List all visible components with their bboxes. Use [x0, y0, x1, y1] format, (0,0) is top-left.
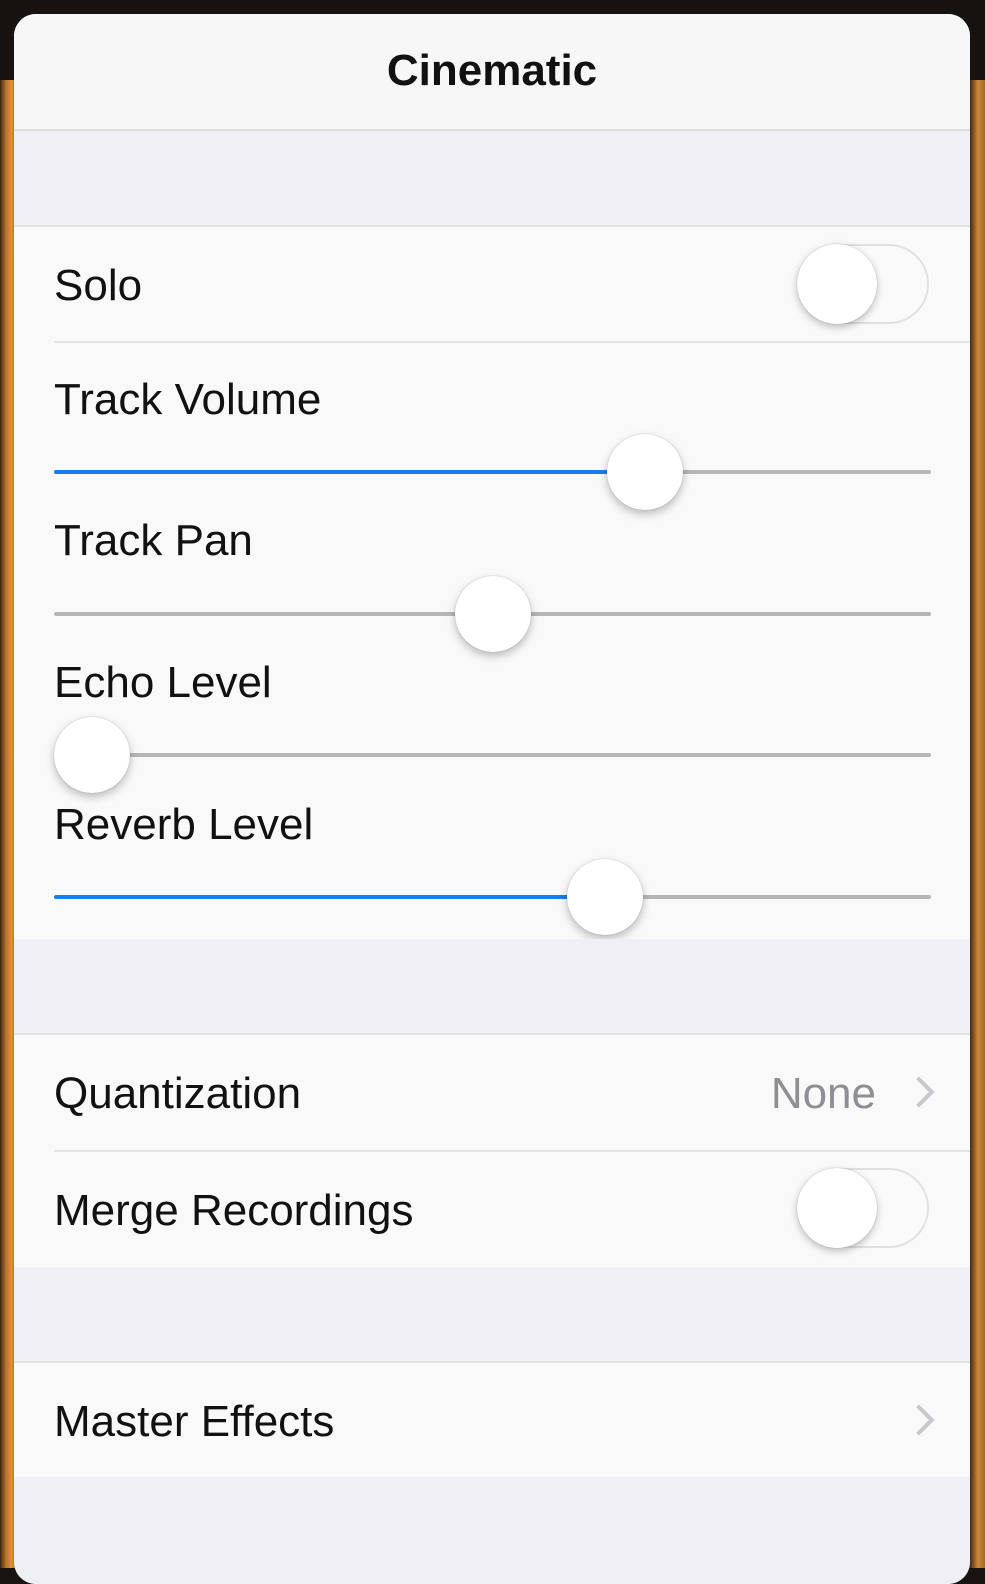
chevron-right-icon [903, 1404, 935, 1436]
quantization-row[interactable]: Quantization None [14, 1035, 970, 1150]
solo-toggle[interactable] [797, 244, 929, 324]
effects-section: Master Effects [14, 1361, 970, 1479]
merge-recordings-label: Merge Recordings [54, 1186, 414, 1235]
solo-row: Solo [14, 227, 970, 341]
master-effects-label: Master Effects [54, 1397, 335, 1446]
slider-fill [54, 470, 645, 474]
group-spacer [14, 131, 970, 225]
quantization-label: Quantization [54, 1069, 302, 1118]
track-volume-label: Track Volume [54, 375, 322, 424]
solo-label: Solo [54, 261, 143, 310]
slider-fill [54, 895, 605, 899]
merge-toggle-knob [797, 1168, 877, 1248]
popover-header: Cinematic [14, 14, 970, 131]
master-effects-row[interactable]: Master Effects [14, 1363, 970, 1477]
echo-level-label: Echo Level [54, 658, 272, 707]
merge-recordings-row: Merge Recordings [14, 1152, 970, 1267]
track-pan-label: Track Pan [54, 516, 253, 565]
solo-toggle-knob [797, 244, 877, 324]
echo-level-row: Echo Level [14, 625, 970, 793]
reverb-level-row: Reverb Level [14, 766, 970, 936]
slider-thumb[interactable] [566, 859, 643, 935]
group-spacer [14, 1267, 970, 1361]
merge-recordings-toggle[interactable] [797, 1168, 929, 1248]
popover-title: Cinematic [386, 45, 598, 95]
reverb-level-slider[interactable] [54, 857, 931, 937]
group-spacer [14, 939, 970, 1033]
chevron-right-icon [903, 1076, 935, 1108]
track-volume-row: Track Volume [14, 343, 970, 510]
quantization-value: None [770, 1069, 876, 1118]
recording-section: Quantization None Merge Recordings [14, 1033, 970, 1269]
mixer-section: Solo Track Volume Track Pan Echo Level R… [14, 225, 970, 941]
track-settings-popover: Cinematic Solo Track Volume Track Pan Ec… [14, 14, 970, 1584]
slider-track [54, 753, 931, 757]
reverb-level-label: Reverb Level [54, 800, 314, 849]
track-pan-row: Track Pan [14, 483, 970, 652]
